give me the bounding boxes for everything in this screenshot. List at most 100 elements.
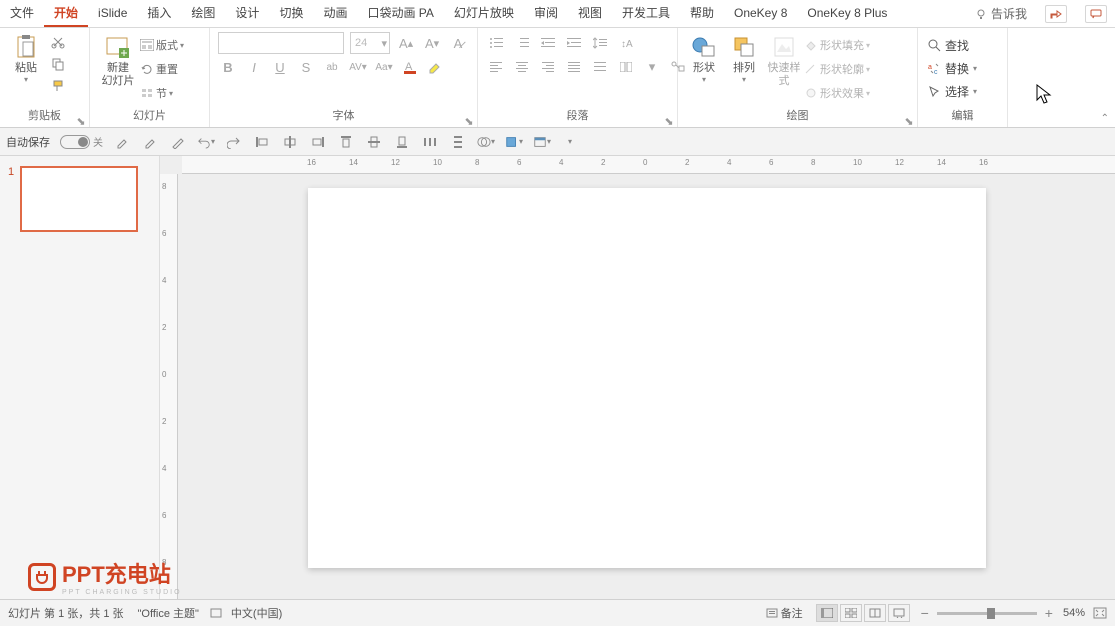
find-button[interactable]: 查找 [924,34,973,56]
font-color-button[interactable]: A [400,57,420,77]
arrange-icon [731,34,757,60]
autosave-toggle[interactable]: 关 [60,134,103,149]
bold-button[interactable]: B [218,57,238,77]
char-spacing-button[interactable]: AV▾ [348,57,368,77]
tab-developer[interactable]: 开发工具 [612,0,680,27]
slide-thumbnails-panel[interactable]: 1 [0,156,160,599]
increase-indent-button[interactable] [564,33,584,53]
select-button[interactable]: 选择▾ [924,80,981,102]
tab-insert[interactable]: 插入 [137,0,181,27]
tab-pocket-anim[interactable]: 口袋动画 PA [357,0,443,27]
cut-button[interactable] [48,32,68,52]
numbering-button[interactable] [512,33,532,53]
tab-design[interactable]: 设计 [225,0,269,27]
align-right-icon[interactable] [309,133,327,151]
qat-overflow[interactable]: ▾ [561,133,579,151]
strikethrough-button[interactable]: S [296,57,316,77]
slideshow-view-button[interactable] [888,604,910,622]
redo-button[interactable] [225,133,243,151]
distribute-button[interactable] [590,57,610,77]
reset-label: 重置 [156,61,178,77]
fit-window-button[interactable] [1093,607,1107,619]
paste-button[interactable]: 粘贴 ▾ [6,32,46,84]
align-top-icon[interactable] [337,133,355,151]
eyedropper-icon[interactable] [113,133,131,151]
font-family-combo[interactable] [218,32,344,54]
collapse-ribbon-icon[interactable]: ⌃ [1101,113,1109,124]
layout-button[interactable]: 版式▾ [140,34,184,56]
zoom-slider[interactable] [937,612,1037,615]
tab-onekey8[interactable]: OneKey 8 [724,0,797,27]
align-center-button[interactable] [512,57,532,77]
clear-formatting-icon[interactable]: A̷ [448,33,468,53]
increase-font-icon[interactable]: A▴ [396,33,416,53]
language-label[interactable]: 中文(中国) [231,605,282,621]
eyedropper2-icon[interactable] [141,133,159,151]
reset-button[interactable]: 重置 [140,58,184,80]
comments-button[interactable] [1085,5,1107,23]
align-center-h-icon[interactable] [281,133,299,151]
align-middle-icon[interactable] [365,133,383,151]
replace-button[interactable]: ac替换▾ [924,57,981,79]
slide-thumb-1[interactable]: 1 [8,166,151,232]
share-button[interactable] [1045,5,1067,23]
text-direction-button[interactable]: ↕A [616,33,636,53]
tab-home[interactable]: 开始 [44,0,88,27]
shadow-button[interactable]: ab [322,57,342,77]
tab-onekey8plus[interactable]: OneKey 8 Plus [797,0,897,27]
tab-slideshow[interactable]: 幻灯片放映 [444,0,524,27]
italic-button[interactable]: I [244,57,264,77]
sorter-view-button[interactable] [840,604,862,622]
align-left-icon[interactable] [253,133,271,151]
undo-button[interactable]: ▾ [197,133,215,151]
decrease-indent-button[interactable] [538,33,558,53]
format-painter-button[interactable] [48,76,68,96]
distribute-v-icon[interactable] [449,133,467,151]
normal-view-button[interactable] [816,604,838,622]
tab-transitions[interactable]: 切换 [269,0,313,27]
merge-shapes-icon[interactable]: ▾ [477,133,495,151]
pen-icon[interactable] [169,133,187,151]
zoom-level[interactable]: 54% [1063,607,1085,619]
shape-tool-icon[interactable]: ▾ [505,133,523,151]
change-case-button[interactable]: Aa▾ [374,57,394,77]
decrease-font-icon[interactable]: A▾ [422,33,442,53]
align-bottom-icon[interactable] [393,133,411,151]
dialog-launcher-icon[interactable]: ⬊ [904,115,914,125]
zoom-in-button[interactable]: + [1045,605,1053,621]
tell-me[interactable]: 告诉我 [975,5,1027,22]
line-spacing-button[interactable] [590,33,610,53]
spellcheck-icon[interactable] [209,606,223,620]
tab-help[interactable]: 帮助 [680,0,724,27]
zoom-out-button[interactable]: − [921,605,929,621]
reading-view-button[interactable] [864,604,886,622]
copy-button[interactable] [48,54,68,74]
section-button[interactable]: 节▾ [140,82,184,104]
underline-button[interactable]: U [270,57,290,77]
tab-islide[interactable]: iSlide [88,0,137,27]
tab-view[interactable]: 视图 [568,0,612,27]
selection-pane-icon[interactable]: ▾ [533,133,551,151]
tab-file[interactable]: 文件 [0,0,44,27]
slide-canvas[interactable] [308,188,986,568]
tab-animations[interactable]: 动画 [313,0,357,27]
dialog-launcher-icon[interactable]: ⬊ [664,115,674,125]
new-slide-button[interactable]: 新建 幻灯片 [96,32,140,88]
tab-draw[interactable]: 绘图 [181,0,225,27]
justify-button[interactable] [564,57,584,77]
align-right-button[interactable] [538,57,558,77]
font-size-combo[interactable]: 24▾ [350,32,390,54]
align-left-button[interactable] [486,57,506,77]
align-text-button[interactable]: ▾ [642,57,662,77]
distribute-h-icon[interactable] [421,133,439,151]
arrange-button[interactable]: 排列▾ [724,32,764,84]
highlight-button[interactable] [426,57,446,77]
columns-button[interactable] [616,57,636,77]
shapes-button[interactable]: 形状▾ [684,32,724,84]
dialog-launcher-icon[interactable]: ⬊ [76,115,86,125]
bullets-button[interactable] [486,33,506,53]
notes-button[interactable]: 备注 [766,605,803,621]
slide-canvas-area[interactable]: 1614121086420246810121416 864202468 [160,156,1115,599]
tab-review[interactable]: 审阅 [524,0,568,27]
dialog-launcher-icon[interactable]: ⬊ [464,115,474,125]
